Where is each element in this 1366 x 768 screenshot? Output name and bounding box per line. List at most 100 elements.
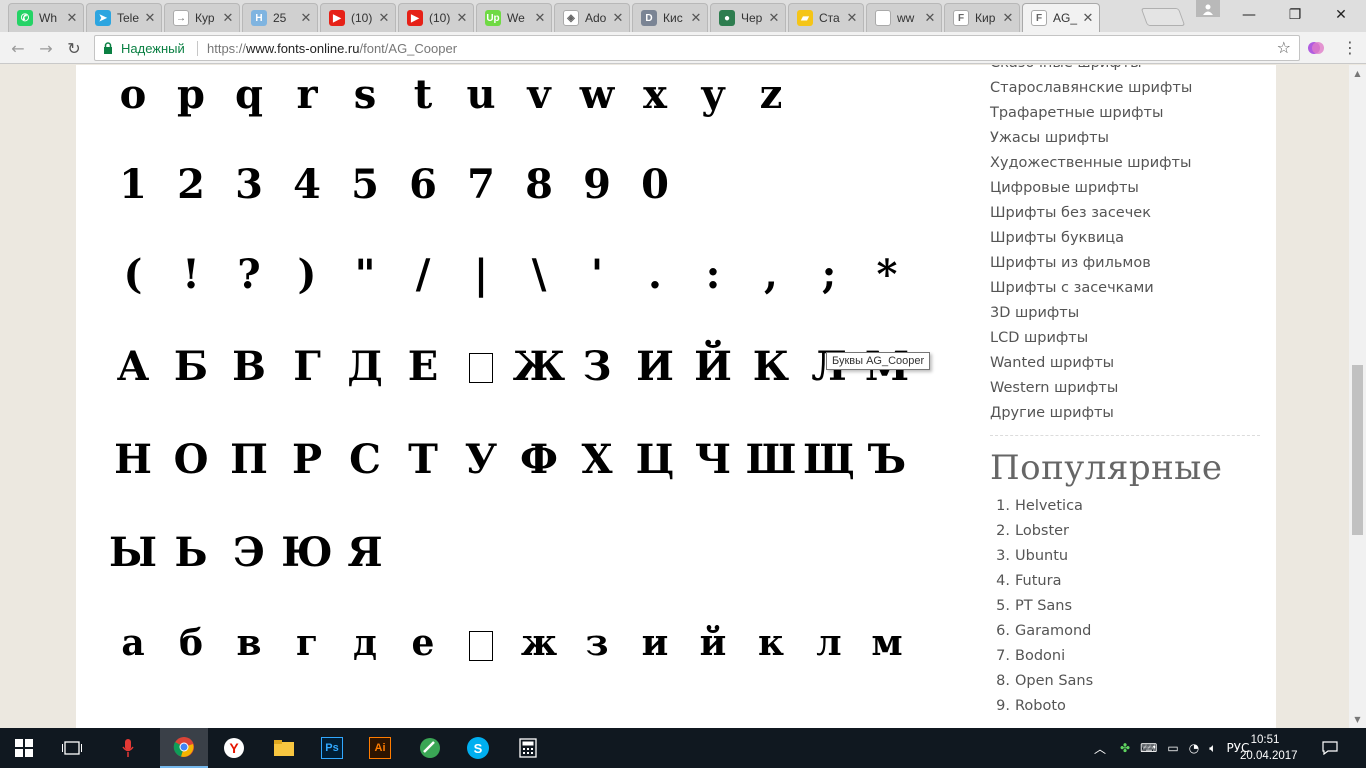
popular-font-link[interactable]: 7. Bodoni	[990, 644, 1265, 669]
close-tab-icon[interactable]: ✕	[1001, 11, 1015, 26]
popular-font-link[interactable]: 8. Open Sans	[990, 669, 1265, 694]
browser-tab[interactable]: D Кис ✕	[632, 3, 708, 32]
taskbar-button[interactable]	[160, 728, 208, 768]
category-link[interactable]: Трафаретные шрифты	[990, 101, 1265, 126]
category-link[interactable]: Шрифты буквица	[990, 226, 1265, 251]
popular-font-link[interactable]: 3. Ubuntu	[990, 544, 1265, 569]
clock[interactable]: 10:51 20.04.2017	[1240, 732, 1298, 764]
glyph: и	[641, 622, 669, 664]
category-link[interactable]: Шрифты без засечек	[990, 201, 1265, 226]
popular-font-link[interactable]: 4. Futura	[990, 569, 1265, 594]
taskbar-button[interactable]	[504, 728, 552, 768]
taskbar-button[interactable]: S	[454, 728, 502, 768]
maximize-button[interactable]: ❐	[1272, 2, 1318, 28]
list-number: 5.	[996, 598, 1010, 614]
browser-tab[interactable]: F AG_ ✕	[1022, 3, 1100, 32]
browser-tab[interactable]: Up We ✕	[476, 3, 552, 32]
close-tab-icon[interactable]: ✕	[923, 11, 937, 26]
browser-tab[interactable]: H 25 ✕	[242, 3, 318, 32]
category-link[interactable]: Сказочные шрифты	[990, 65, 1265, 76]
sidebar: Сказочные шрифтыСтарославянские шрифтыТр…	[990, 65, 1265, 719]
glyph: v	[527, 71, 551, 118]
category-link[interactable]: Другие шрифты	[990, 401, 1265, 426]
category-link[interactable]: Wanted шрифты	[990, 351, 1265, 376]
extension-icon[interactable]	[1307, 39, 1325, 57]
close-tab-icon[interactable]: ✕	[533, 11, 547, 26]
browser-tab[interactable]: ▶ (10) ✕	[398, 3, 474, 32]
taskbar-button[interactable]: Ai	[356, 728, 404, 768]
taskbar-button[interactable]: Ps	[308, 728, 356, 768]
action-center-icon[interactable]	[1322, 728, 1338, 768]
browser-tab[interactable]: → Кур ✕	[164, 3, 240, 32]
browser-tab[interactable]: ▰ Ста ✕	[788, 3, 864, 32]
taskbar-button[interactable]: Y	[210, 728, 258, 768]
reload-button[interactable]: ↻	[64, 38, 84, 58]
address-bar[interactable]: Надежный https://www.fonts-online.ru/fon…	[94, 35, 1300, 61]
whatsapp-icon: ✆	[17, 10, 33, 26]
scroll-thumb[interactable]	[1352, 365, 1363, 535]
close-tab-icon[interactable]: ✕	[767, 11, 781, 26]
popular-font-link[interactable]: 5. PT Sans	[990, 594, 1265, 619]
profile-button[interactable]	[1196, 0, 1220, 17]
category-link[interactable]: Цифровые шрифты	[990, 176, 1265, 201]
category-link[interactable]: Ужасы шрифты	[990, 126, 1265, 151]
close-tab-icon[interactable]: ✕	[845, 11, 859, 26]
browser-toolbar: ← → ↻ Надежный https://www.fonts-online.…	[0, 32, 1366, 64]
browser-tab[interactable]: ● Чер ✕	[710, 3, 786, 32]
category-link[interactable]: LCD шрифты	[990, 326, 1265, 351]
network-app-icon[interactable]: ✤	[1120, 741, 1130, 755]
category-link[interactable]: Старославянские шрифты	[990, 76, 1265, 101]
scroll-down-icon[interactable]: ▼	[1349, 711, 1366, 728]
category-link[interactable]: 3D шрифты	[990, 301, 1265, 326]
url-text[interactable]: https://www.fonts-online.ru/font/AG_Coop…	[207, 41, 457, 56]
taskbar-button[interactable]	[104, 728, 152, 768]
list-number: 8.	[996, 673, 1010, 689]
category-link[interactable]: Шрифты с засечками	[990, 276, 1265, 301]
browser-tab[interactable]: ▶ (10) ✕	[320, 3, 396, 32]
browser-tab[interactable]: F Кир ✕	[944, 3, 1020, 32]
popular-font-link[interactable]: 6. Garamond	[990, 619, 1265, 644]
bookmark-star-icon[interactable]: ☆	[1277, 38, 1291, 57]
close-tab-icon[interactable]: ✕	[221, 11, 235, 26]
close-tab-icon[interactable]: ✕	[689, 11, 703, 26]
battery-icon[interactable]: ▭	[1167, 741, 1178, 755]
volume-icon[interactable]: 🔈︎	[1209, 741, 1216, 756]
chevron-up-icon[interactable]: ︿	[1094, 740, 1106, 757]
taskbar-button[interactable]	[260, 728, 308, 768]
forward-button[interactable]: →	[36, 38, 56, 58]
category-link[interactable]: Художественные шрифты	[990, 151, 1265, 176]
close-tab-icon[interactable]: ✕	[377, 11, 391, 26]
taskbar-button[interactable]	[0, 728, 48, 768]
browser-tab[interactable]: ◈ Ado ✕	[554, 3, 630, 32]
category-link[interactable]: Шрифты из фильмов	[990, 251, 1265, 276]
popular-font-link[interactable]: 9. Roboto	[990, 694, 1265, 719]
close-tab-icon[interactable]: ✕	[455, 11, 469, 26]
browser-tab[interactable]: ✆ Wh ✕	[8, 3, 84, 32]
minimize-button[interactable]: —	[1226, 2, 1272, 28]
missing-glyph-box	[469, 353, 493, 383]
taskbar-button[interactable]	[406, 728, 454, 768]
calculator-icon	[517, 737, 539, 759]
back-button[interactable]: ←	[8, 38, 28, 58]
yandex-icon: Y	[223, 737, 245, 759]
close-tab-icon[interactable]: ✕	[65, 11, 79, 26]
browser-menu-button[interactable]: ⋮	[1340, 38, 1360, 58]
browser-tab[interactable]: ➤ Tele ✕	[86, 3, 162, 32]
new-tab-button[interactable]	[1140, 8, 1186, 26]
category-link[interactable]: Western шрифты	[990, 376, 1265, 401]
close-tab-icon[interactable]: ✕	[299, 11, 313, 26]
popular-font-link[interactable]: 2. Lobster	[990, 519, 1265, 544]
scroll-up-icon[interactable]: ▲	[1349, 65, 1366, 82]
browser-tab[interactable]: ww ✕	[866, 3, 942, 32]
close-tab-icon[interactable]: ✕	[1081, 11, 1095, 26]
popular-font-link[interactable]: 1. Helvetica	[990, 494, 1265, 519]
page-scrollbar[interactable]: ▲ ▼	[1349, 65, 1366, 728]
taskbar-button[interactable]	[48, 728, 96, 768]
keyboard-icon[interactable]: ⌨	[1140, 741, 1157, 755]
close-window-button[interactable]: ✕	[1318, 2, 1364, 28]
wifi-icon[interactable]: ◔	[1189, 741, 1199, 755]
close-tab-icon[interactable]: ✕	[143, 11, 157, 26]
close-tab-icon[interactable]: ✕	[611, 11, 625, 26]
glyph: u	[466, 71, 496, 118]
glyph: 8	[525, 161, 553, 208]
